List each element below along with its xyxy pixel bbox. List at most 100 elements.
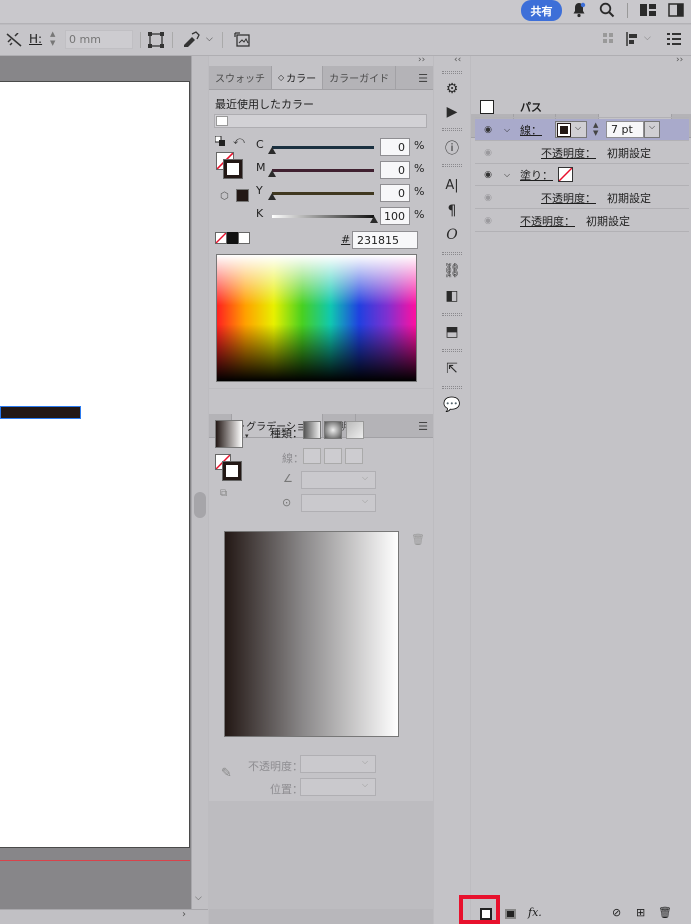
height-stepper[interactable]: ▲ ▼ <box>50 30 64 49</box>
eye-icon[interactable]: ◉ <box>481 125 495 135</box>
stroke-row[interactable]: ◉ ⌵ 線： ⌵ ▲ ▼ 7 pt ⌵ <box>475 119 689 141</box>
eye-icon[interactable]: ◉ <box>481 216 495 226</box>
freeform-gradient-button[interactable] <box>346 421 364 439</box>
panel-menu-icon[interactable]: ☰ <box>418 420 428 433</box>
stroke-weight-input[interactable]: 7 pt <box>606 121 644 138</box>
scroll-thumb[interactable] <box>194 492 206 518</box>
chevron-down-icon[interactable]: ⌵ <box>195 893 202 903</box>
fx-button[interactable]: fx. <box>528 906 542 919</box>
info-icon[interactable]: ⓘ <box>441 137 463 159</box>
chevron-right-icon[interactable]: › <box>182 909 186 920</box>
list-menu-icon[interactable] <box>667 33 681 45</box>
character-icon[interactable]: A| <box>441 174 463 196</box>
unlink-icon[interactable] <box>6 32 22 47</box>
stroke-weight-stepper[interactable]: ▲ ▼ <box>593 121 598 137</box>
swap-colors-icon[interactable]: ⤺ <box>233 134 245 148</box>
distribute-icon[interactable] <box>603 33 615 45</box>
chevron-down-icon[interactable]: ⌵ <box>504 170 510 180</box>
gradient-preview[interactable] <box>224 531 399 737</box>
radial-gradient-button[interactable] <box>324 421 342 439</box>
chevron-down-icon[interactable]: ⌵ <box>362 496 368 506</box>
stroke-color-dropdown[interactable]: ⌵ <box>555 121 587 138</box>
gradient-thumbnail[interactable] <box>215 420 243 448</box>
channel-value-input[interactable]: 0 <box>380 138 410 156</box>
stroke-weight-dropdown[interactable]: ⌵ <box>644 121 660 138</box>
color-spectrum[interactable] <box>216 254 417 382</box>
panel-toggle-icon[interactable] <box>668 3 684 17</box>
dock-grip[interactable] <box>442 349 462 352</box>
object-opacity-row[interactable]: ◉ 不透明度： 初期設定 <box>475 210 689 232</box>
fill-opacity-label[interactable]: 不透明度： <box>541 190 596 206</box>
asset-export-icon[interactable]: ⬒ <box>441 321 463 343</box>
chevron-down-icon[interactable]: ⌵ <box>362 757 368 767</box>
channel-slider-knob[interactable] <box>268 147 276 154</box>
recolor-icon[interactable] <box>182 31 200 48</box>
white-swatch[interactable] <box>238 232 250 244</box>
eye-icon[interactable]: ◉ <box>481 170 495 180</box>
paragraph-icon[interactable]: ¶ <box>441 200 463 222</box>
links-icon[interactable]: ⛓ <box>441 260 463 282</box>
path-row[interactable]: パス <box>475 96 689 118</box>
stroke-label[interactable]: 線： <box>520 122 542 138</box>
dock-grip[interactable] <box>442 386 462 389</box>
delete-stop-icon[interactable]: 🗑 <box>411 533 425 546</box>
dock-grip[interactable] <box>442 128 462 131</box>
tab-color-guide[interactable]: カラーガイド <box>323 66 397 89</box>
chevron-down-icon[interactable]: ⌵ <box>644 33 651 43</box>
crop-image-icon[interactable] <box>234 31 252 49</box>
trash-icon[interactable]: 🗑 <box>658 906 672 919</box>
search-icon[interactable] <box>599 2 615 18</box>
align-icon[interactable] <box>625 32 641 46</box>
add-new-fill-button[interactable] <box>505 909 516 919</box>
export-icon[interactable]: ⇱ <box>441 358 463 380</box>
fill-none-icon[interactable] <box>558 167 573 182</box>
tab-swatches[interactable]: スウォッチ <box>209 66 272 89</box>
chevron-down-icon[interactable]: ⌵ <box>362 780 368 790</box>
channel-slider-track[interactable] <box>272 192 374 195</box>
stroke-opacity-row[interactable]: ◉ 不透明度： 初期設定 <box>475 142 689 164</box>
play-icon[interactable]: ▶ <box>441 101 463 123</box>
black-swatch[interactable] <box>227 232 238 244</box>
channel-slider-track[interactable] <box>272 169 374 172</box>
notification-bell-icon[interactable] <box>572 2 586 18</box>
stroke-gradient-option-2[interactable] <box>324 448 342 464</box>
dock-grip[interactable] <box>442 252 462 255</box>
artboard[interactable] <box>0 81 190 848</box>
eye-icon[interactable]: ◉ <box>481 148 495 158</box>
clear-appearance-icon[interactable]: ⊘ <box>612 906 621 919</box>
eyedropper-icon[interactable]: ✎ <box>221 766 232 781</box>
fill-label[interactable]: 塗り： <box>520 167 553 183</box>
stroke-opacity-label[interactable]: 不透明度： <box>541 145 596 161</box>
stroke-gradient-option-1[interactable] <box>303 448 321 464</box>
chevron-down-icon[interactable]: ⌵ <box>504 125 510 135</box>
gradient-stroke-swatch[interactable] <box>222 461 242 481</box>
recent-color-swatch[interactable] <box>216 116 228 126</box>
fill-row[interactable]: ◉ ⌵ 塗り： <box>475 164 689 186</box>
linear-gradient-button[interactable] <box>303 421 321 439</box>
channel-slider-knob[interactable] <box>268 170 276 177</box>
canvas-scrollbar[interactable] <box>191 56 208 909</box>
stroke-swatch[interactable] <box>223 159 243 179</box>
opentype-icon[interactable]: O <box>441 224 463 246</box>
chevron-down-icon[interactable]: ▾ <box>245 432 249 440</box>
height-input[interactable] <box>65 30 133 49</box>
artboards-icon[interactable]: ◧ <box>441 285 463 307</box>
channel-slider-knob[interactable] <box>370 216 378 223</box>
channel-slider-track[interactable] <box>272 215 374 218</box>
comments-icon[interactable]: 💬 <box>441 394 463 416</box>
workspace-layout-icon[interactable] <box>640 4 656 16</box>
gears-icon[interactable]: ⚙ <box>441 78 463 100</box>
eye-icon[interactable]: ◉ <box>481 193 495 203</box>
channel-slider-track[interactable] <box>272 146 374 149</box>
panel-collapse-icon[interactable]: ›› <box>676 55 683 65</box>
duplicate-item-icon[interactable]: ⊞ <box>636 906 645 919</box>
tab-color[interactable]: ◇ カラー <box>272 66 324 89</box>
channel-value-input[interactable]: 0 <box>380 184 410 202</box>
dock-grip[interactable] <box>442 71 462 74</box>
none-swatch[interactable] <box>215 232 227 244</box>
panel-menu-icon[interactable]: ☰ <box>418 72 428 85</box>
panel-collapse-icon[interactable]: ›› <box>418 55 425 65</box>
current-color-swatch[interactable] <box>236 189 249 202</box>
channel-value-input[interactable]: 0 <box>380 161 410 179</box>
chevron-down-icon[interactable]: ⌵ <box>206 34 213 44</box>
